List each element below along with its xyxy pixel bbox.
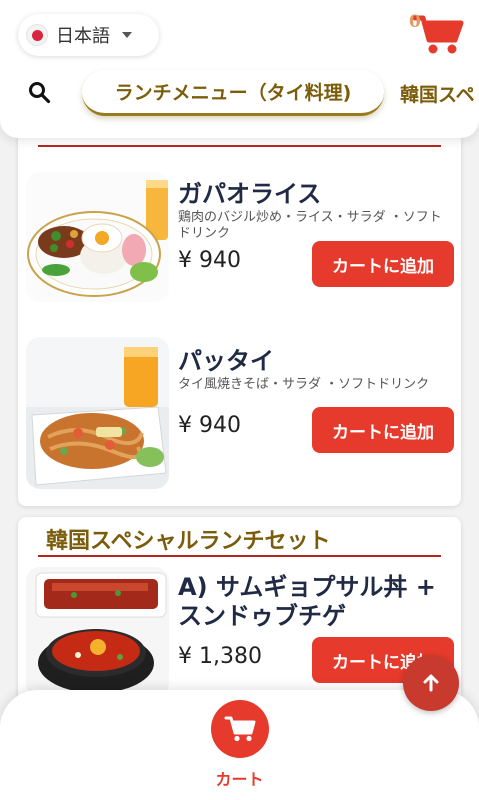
- menu-item: ガパオライス 鶏肉のバジル炒め・ライス・サラダ ・ソフトドリンク ¥ 940 カ…: [18, 168, 461, 308]
- tab-thai-lunch[interactable]: ランチメニュー（タイ料理): [82, 70, 384, 116]
- item-price: ¥ 940: [178, 413, 241, 438]
- add-to-cart-button[interactable]: カートに追加: [312, 241, 454, 287]
- cart-count-badge: 0: [409, 12, 421, 32]
- pad-thai-image[interactable]: [26, 337, 169, 489]
- search-icon[interactable]: [27, 80, 51, 104]
- samgyeopsal-image[interactable]: [26, 567, 169, 697]
- section-title: 韓国スペシャルランチセット: [46, 529, 331, 554]
- item-name-line2: スンドゥブチゲ: [178, 602, 346, 630]
- item-description: タイ風焼きそば・サラダ ・ソフトドリンク: [178, 377, 430, 392]
- item-price: ¥ 940: [178, 248, 241, 273]
- gapao-rice-image[interactable]: [26, 172, 169, 302]
- menu-section-thai: ガパオライス 鶏肉のバジル炒め・ライス・サラダ ・ソフトドリンク ¥ 940 カ…: [18, 120, 461, 506]
- menu-item: A) サムギョプサル丼 + スンドゥブチゲ ¥ 1,380 カートに追加: [18, 567, 461, 707]
- header-cart-button[interactable]: 0: [409, 12, 465, 56]
- language-selector[interactable]: 日本語: [18, 14, 159, 56]
- flag-japan-icon: [26, 24, 48, 46]
- menu-item: パッタイ タイ風焼きそば・サラダ ・ソフトドリンク ¥ 940 カートに追加: [18, 335, 461, 495]
- item-name: ガパオライス: [178, 180, 322, 208]
- language-label: 日本語: [56, 26, 110, 47]
- cart-icon: [224, 716, 256, 742]
- chevron-down-icon: [122, 32, 132, 38]
- bottom-cart-label[interactable]: カート: [0, 766, 479, 790]
- bottom-cart-button[interactable]: [211, 700, 269, 758]
- item-name: A) サムギョプサル丼 + スンドゥブチゲ: [178, 573, 436, 631]
- bottom-navigation: カート: [0, 690, 479, 800]
- tab-korean-special[interactable]: 韓国スペ: [400, 80, 475, 107]
- item-description: 鶏肉のバジル炒め・ライス・サラダ ・ソフトドリンク: [178, 210, 442, 241]
- item-name-line1: A) サムギョプサル丼 +: [178, 573, 436, 601]
- section-divider: [38, 145, 441, 147]
- section-divider: [38, 555, 441, 557]
- top-header: 日本語 0 ランチメニュー（タイ料理) 韓国スペ: [0, 0, 479, 138]
- item-name: パッタイ: [178, 347, 274, 375]
- item-price: ¥ 1,380: [178, 644, 262, 669]
- arrow-up-icon: [423, 674, 439, 692]
- add-to-cart-button[interactable]: カートに追加: [312, 407, 454, 453]
- scroll-to-top-button[interactable]: [403, 655, 459, 711]
